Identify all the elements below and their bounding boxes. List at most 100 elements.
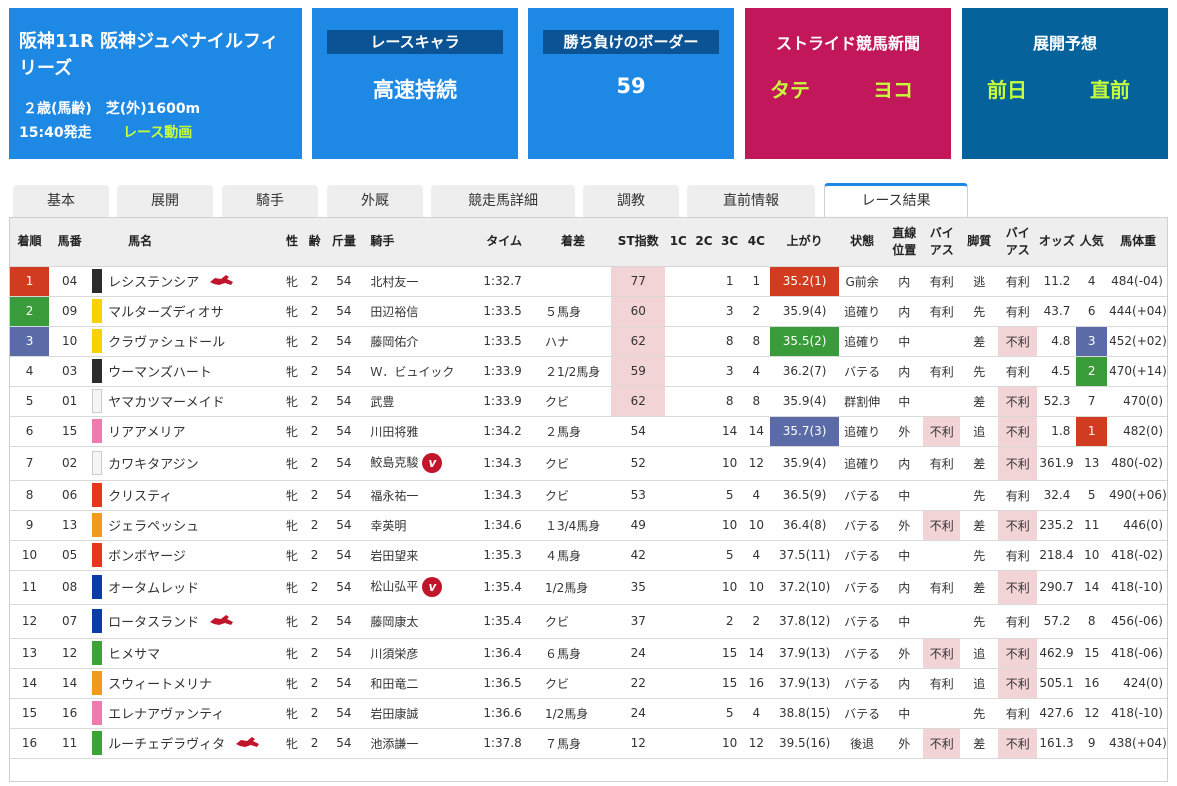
tenkai-just-before-link[interactable]: 直前	[1090, 74, 1130, 103]
horse-name-cell[interactable]: リアアメリア	[90, 416, 281, 447]
horse-name-link[interactable]: オータムレッド	[108, 582, 199, 597]
jockey-name-link[interactable]: 鮫島克駿	[370, 456, 418, 470]
table-row[interactable]: 6 15 リアアメリア牝 2 54 川田将雅 1:34.2 ２馬身 54 14 14 35.7(3) 追…	[10, 416, 1167, 447]
horse-name-link[interactable]: ロータスランド	[108, 616, 199, 631]
header-weight[interactable]: 斤量	[325, 218, 363, 267]
horse-name-link[interactable]: エレナアヴァンティ	[108, 708, 224, 723]
header-jockey[interactable]: 騎手	[362, 218, 474, 267]
tab-gaikyu[interactable]: 外厩	[327, 185, 423, 217]
horse-name-link[interactable]: ウーマンズハート	[108, 366, 212, 381]
jockey-name-link[interactable]: 藤岡康太	[370, 615, 418, 629]
header-straight-position[interactable]: 直線 位置	[885, 218, 924, 267]
tab-tenkai[interactable]: 展開	[117, 185, 213, 217]
tab-horse-detail[interactable]: 競走馬詳細	[431, 185, 575, 217]
race-video-link[interactable]: レース動画	[123, 122, 192, 142]
horse-name-link[interactable]: ヤマカツマーメイド	[108, 396, 224, 411]
jockey-name-link[interactable]: 北村友一	[370, 275, 418, 289]
header-rank[interactable]: 着順	[10, 218, 50, 267]
header-time[interactable]: タイム	[473, 218, 535, 267]
tab-race-result[interactable]: レース結果	[824, 183, 968, 217]
horse-name-cell[interactable]: ウーマンズハート	[90, 356, 281, 387]
stride-news-yoko-link[interactable]: ヨコ	[873, 74, 913, 103]
jockey-name-link[interactable]: 和田竜二	[370, 677, 418, 691]
horse-name-link[interactable]: クラヴァシュドール	[108, 336, 225, 351]
horse-name-cell[interactable]: カワキタアジン	[90, 446, 281, 481]
table-row[interactable]: 16 11 ルーチェデラヴィタ牝 2 54 池添謙一 1:37.8 ７馬身 12 10 12 39.5…	[10, 728, 1167, 759]
jockey-cell[interactable]: Ｗ．ビュイック	[362, 356, 474, 387]
horse-name-cell[interactable]: ジェラペッシュ	[90, 510, 281, 541]
horse-name-link[interactable]: クリスティ	[108, 490, 172, 505]
header-age[interactable]: 齢	[303, 218, 326, 267]
horse-name-cell[interactable]: ルーチェデラヴィタ	[90, 728, 281, 759]
jockey-name-link[interactable]: 幸英明	[370, 519, 406, 533]
table-row[interactable]: 3 10 クラヴァシュドール牝 2 54 藤岡佑介 1:33.5 ハナ 62 8 8 35.5(2) 追…	[10, 326, 1167, 357]
jockey-name-link[interactable]: 松山弘平	[370, 580, 418, 594]
jockey-cell[interactable]: 岩田望来	[362, 540, 474, 571]
header-body-weight[interactable]: 馬体重	[1107, 218, 1167, 267]
horse-name-link[interactable]: カワキタアジン	[108, 458, 198, 473]
table-row[interactable]: 11 08 オータムレッド牝 2 54 松山弘平 v 1:35.4 1/2馬身 35 10 10 37.…	[10, 570, 1167, 605]
jockey-cell[interactable]: 福永祐一	[362, 480, 474, 511]
horse-name-link[interactable]: レシステンシア	[108, 276, 199, 291]
horse-name-cell[interactable]: スウィートメリナ	[90, 668, 281, 699]
jockey-name-link[interactable]: 岩田康誠	[370, 707, 418, 721]
horse-name-link[interactable]: ヒメサマ	[108, 648, 160, 663]
table-row[interactable]: 1 04 レシステンシア牝 2 54 北村友一 1:32.7 77 1 1 35.2(1) G前余内有…	[10, 266, 1167, 297]
header-odds[interactable]: オッズ	[1037, 218, 1077, 267]
jockey-cell[interactable]: 和田竜二	[362, 668, 474, 699]
header-3c[interactable]: 3C	[716, 218, 743, 267]
tab-basic[interactable]: 基本	[13, 185, 109, 217]
jockey-cell[interactable]: 藤岡康太	[362, 604, 474, 639]
horse-name-link[interactable]: マルターズディオサ	[108, 306, 223, 321]
jockey-cell[interactable]: 藤岡佑介	[362, 326, 474, 357]
horse-name-cell[interactable]: ヤマカツマーメイド	[90, 386, 281, 417]
header-horse-name[interactable]: 馬名	[90, 218, 281, 267]
table-row[interactable]: 7 02 カワキタアジン 牝 2 54 鮫島克駿 v 1:34.3 クビ 52 10 12 35.9(4)…	[10, 446, 1167, 481]
jockey-name-link[interactable]: 川須栄彦	[370, 647, 418, 661]
horse-name-cell[interactable]: エレナアヴァンティ	[90, 698, 281, 729]
horse-name-link[interactable]: ジェラペッシュ	[108, 520, 199, 535]
table-row[interactable]: 2 09 マルターズディオサ牝 2 54 田辺裕信 1:33.5 ５馬身 60 3 2 35.9(4)…	[10, 296, 1167, 327]
header-4c[interactable]: 4C	[742, 218, 771, 267]
horse-name-cell[interactable]: ロータスランド	[90, 604, 281, 639]
header-st-index[interactable]: ST指数	[611, 218, 666, 267]
jockey-cell[interactable]: 北村友一	[362, 266, 474, 297]
jockey-name-link[interactable]: 池添謙一	[370, 737, 418, 751]
jockey-cell[interactable]: 川田将雅	[362, 416, 474, 447]
horse-name-link[interactable]: ルーチェデラヴィタ	[108, 738, 225, 753]
table-row[interactable]: 10 05 ボンボヤージ牝 2 54 岩田望来 1:35.3 ４馬身 42 5 4 37.5(11) バ…	[10, 540, 1167, 571]
header-bias-2[interactable]: バイ アス	[998, 218, 1038, 267]
horse-name-link[interactable]: リアアメリア	[108, 426, 185, 441]
jockey-cell[interactable]: 鮫島克駿 v	[362, 446, 474, 481]
table-row[interactable]: 4 03 ウーマンズハート牝 2 54 Ｗ．ビュイック 1:33.9 ２1/2馬身 59 3 4 36…	[10, 356, 1167, 387]
table-row[interactable]: 5 01 ヤマカツマーメイド牝 2 54 武豊 1:33.9 クビ 62 8 8 35.9(4) 群割伸…	[10, 386, 1167, 417]
horse-name-cell[interactable]: ヒメサマ	[90, 638, 281, 669]
horse-name-cell[interactable]: オータムレッド	[90, 570, 281, 605]
header-1c[interactable]: 1C	[665, 218, 692, 267]
stride-news-tate-link[interactable]: タテ	[770, 74, 810, 103]
horse-name-cell[interactable]: レシステンシア	[90, 266, 281, 297]
jockey-name-link[interactable]: 川田将雅	[370, 425, 418, 439]
tab-jockey[interactable]: 騎手	[222, 185, 318, 217]
jockey-name-link[interactable]: 藤岡佑介	[370, 335, 418, 349]
table-row[interactable]: 15 16 エレナアヴァンティ牝 2 54 岩田康誠 1:36.6 1/2馬身 24 5 4 38.8…	[10, 698, 1167, 729]
tab-chokuzen[interactable]: 直前情報	[687, 185, 815, 217]
header-sex[interactable]: 性	[280, 218, 304, 267]
jockey-name-link[interactable]: Ｗ．ビュイック	[370, 365, 454, 379]
horse-name-cell[interactable]: ボンボヤージ	[90, 540, 281, 571]
jockey-cell[interactable]: 武豊	[362, 386, 474, 417]
jockey-cell[interactable]: 幸英明	[362, 510, 474, 541]
table-row[interactable]: 14 14 スウィートメリナ牝 2 54 和田竜二 1:36.5 クビ 22 15 16 37.9(1…	[10, 668, 1167, 699]
header-last-3f[interactable]: 上がり	[770, 218, 840, 267]
header-2c[interactable]: 2C	[691, 218, 717, 267]
horse-name-link[interactable]: ボンボヤージ	[108, 550, 186, 565]
horse-name-link[interactable]: スウィートメリナ	[108, 678, 212, 693]
jockey-cell[interactable]: 松山弘平 v	[362, 570, 474, 605]
tenkai-prev-day-link[interactable]: 前日	[987, 74, 1027, 103]
jockey-cell[interactable]: 川須栄彦	[362, 638, 474, 669]
horse-name-cell[interactable]: マルターズディオサ	[90, 296, 281, 327]
table-row[interactable]: 8 06 クリスティ牝 2 54 福永祐一 1:34.3 クビ 53 5 4 36.5(9) バテる中先…	[10, 480, 1167, 511]
horse-name-cell[interactable]: クリスティ	[90, 480, 281, 511]
tab-training[interactable]: 調教	[583, 185, 679, 217]
header-margin[interactable]: 着差	[534, 218, 611, 267]
